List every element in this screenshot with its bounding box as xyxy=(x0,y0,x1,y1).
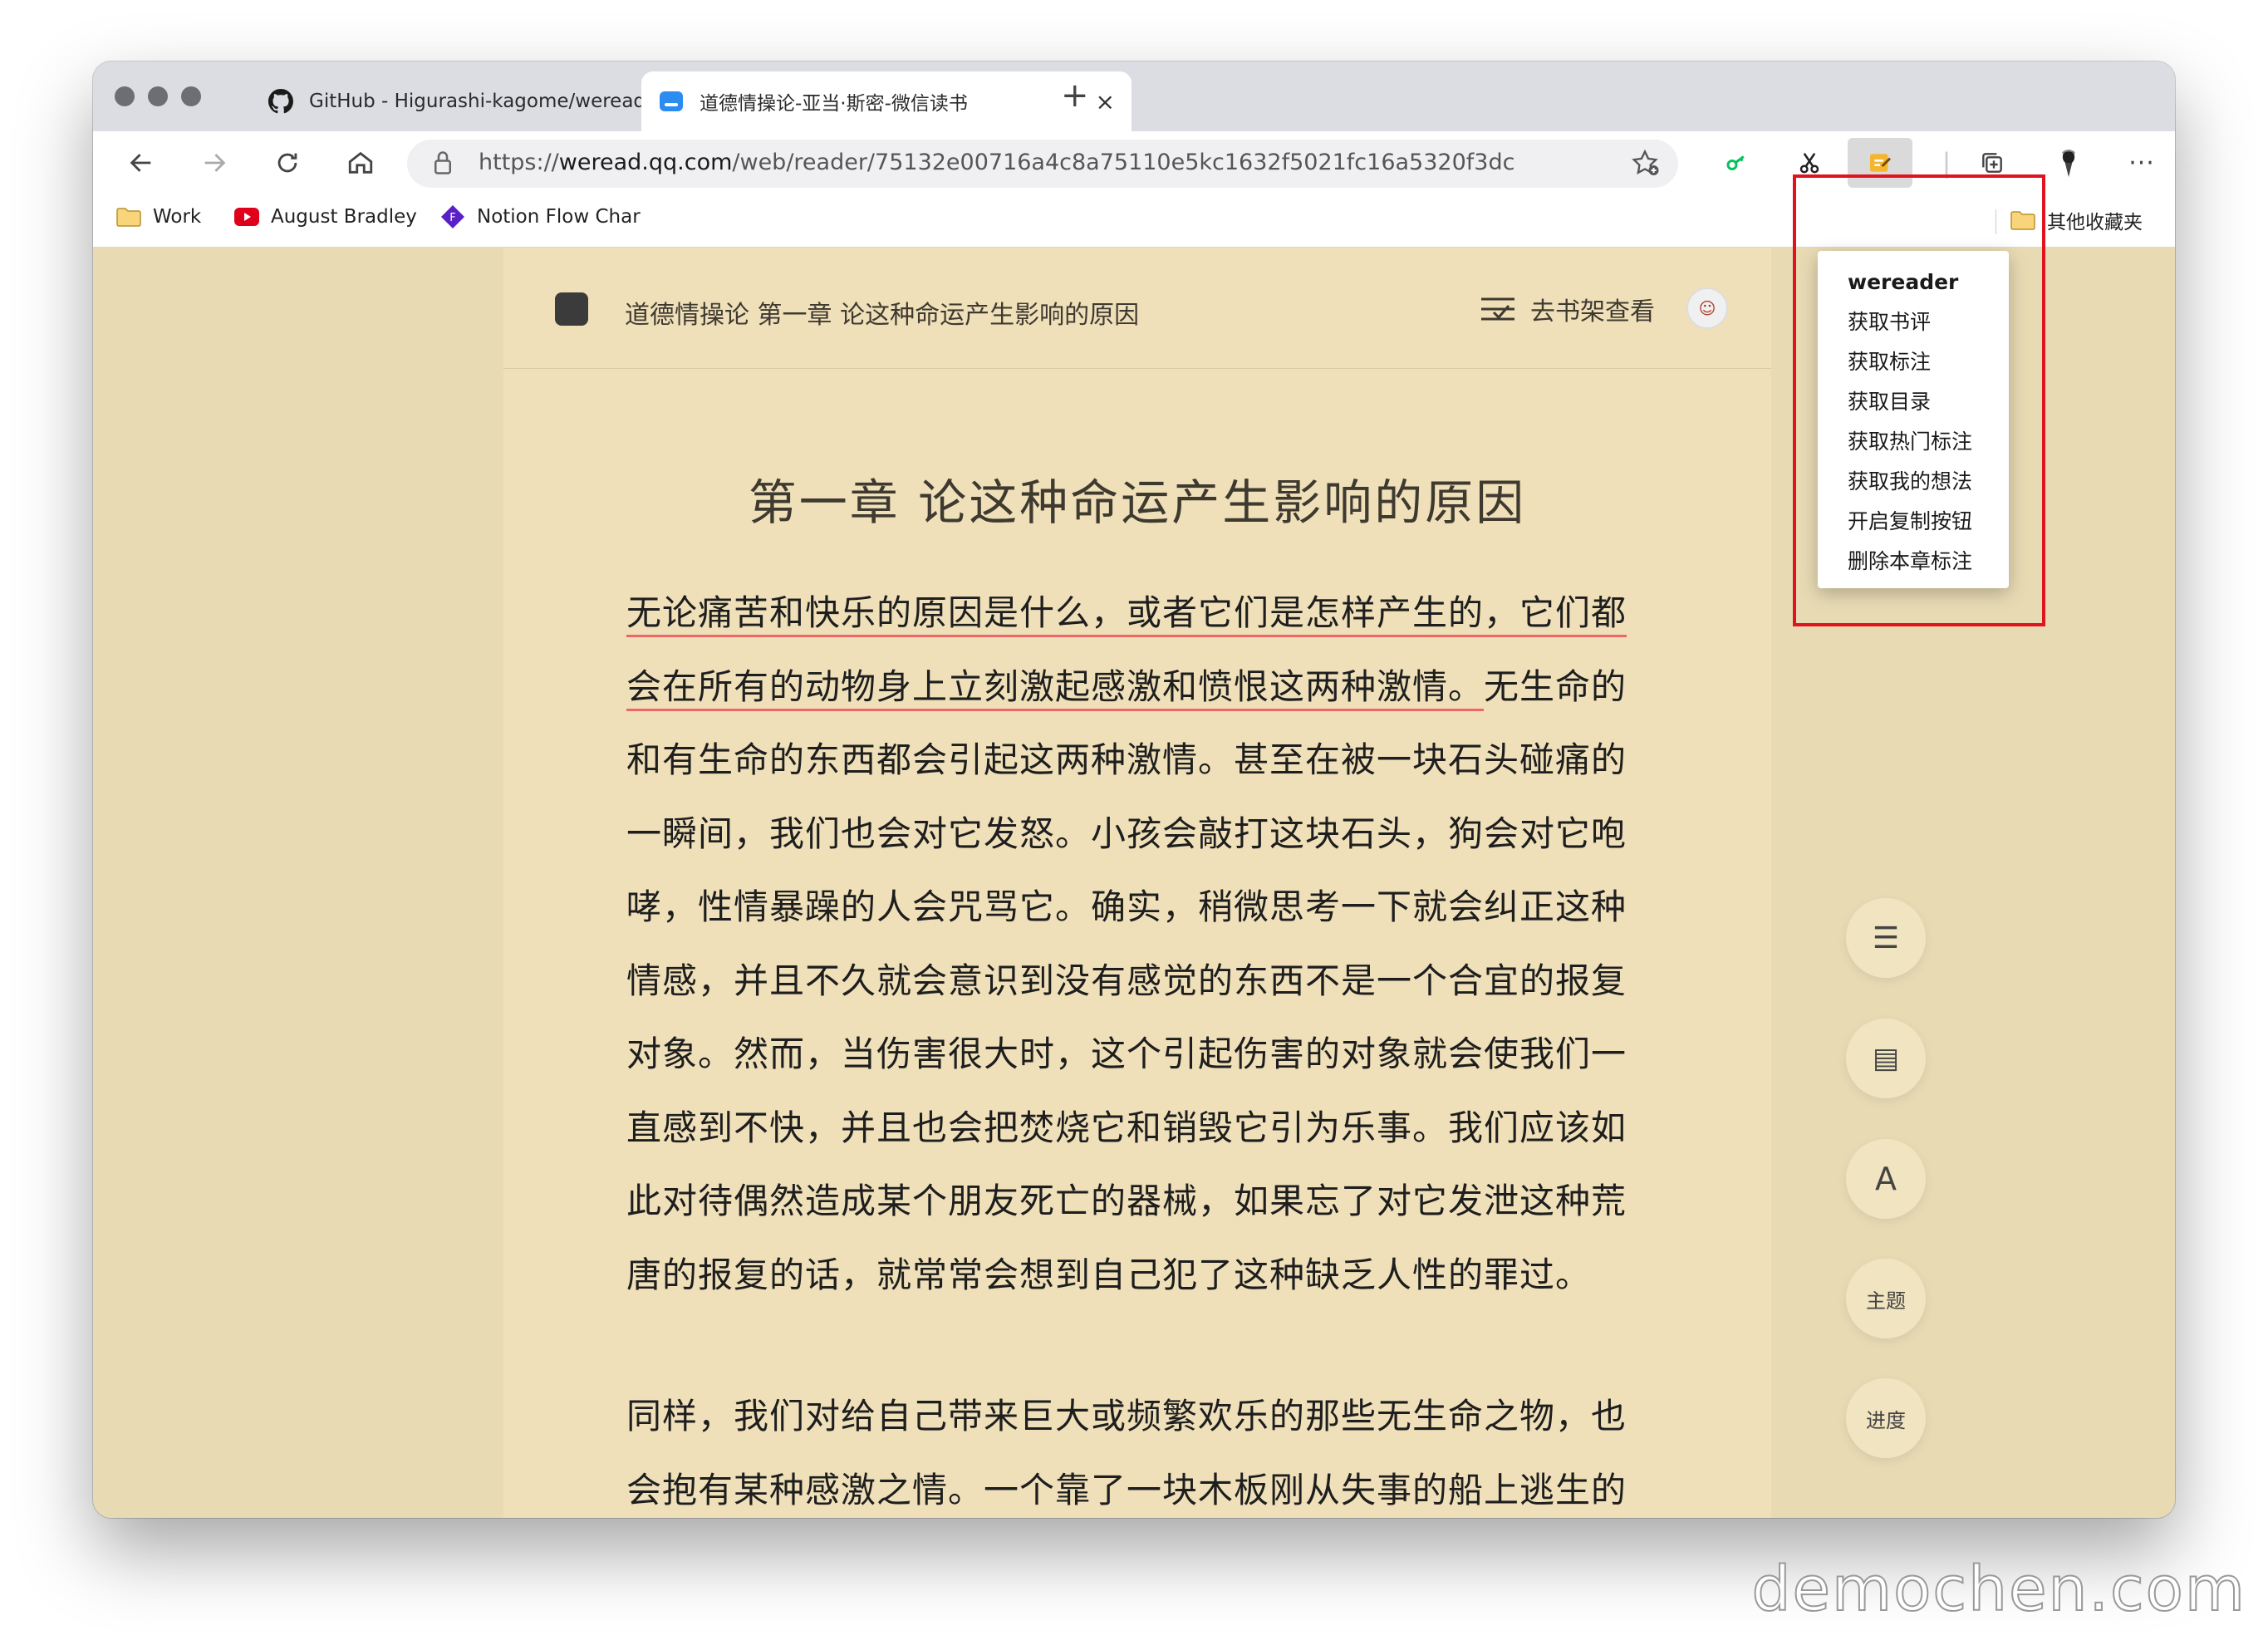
progress-button[interactable]: 进度 xyxy=(1846,1378,1926,1458)
bookshelf-icon xyxy=(1481,297,1514,321)
theme-button[interactable]: 主题 xyxy=(1846,1259,1926,1338)
reload-icon[interactable] xyxy=(268,143,307,183)
font-settings-button[interactable]: A xyxy=(1846,1139,1926,1219)
folder-icon xyxy=(116,206,141,228)
notion-flow-icon: F xyxy=(440,205,465,228)
annotation-highlight-box xyxy=(1793,174,2045,626)
bookmark-label: Work xyxy=(153,206,202,228)
url-text[interactable]: https://weread.qq.com/web/reader/75132e0… xyxy=(479,150,1514,175)
paragraph-2: 同样，我们对给自己带来巨大或频繁欢乐的那些无生命之物，也会抱有某种感激之情。一个… xyxy=(626,1396,1627,1510)
chapter-title: 第一章 论这种命运产生影响的原因 xyxy=(748,474,1527,531)
paragraph-1: 无论痛苦和快乐的原因是什么，或者它们是怎样产生的，它们都会在所有的动物身上立刻激… xyxy=(626,577,1657,1312)
more-icon[interactable]: ··· xyxy=(2122,143,2162,183)
profile-avatar[interactable] xyxy=(2049,143,2089,183)
bookmark-august-bradley[interactable]: August Bradley xyxy=(234,206,417,228)
close-window-button[interactable] xyxy=(115,86,135,106)
browser-window: GitHub - Higurashi-kagome/wereader × 道德情… xyxy=(93,61,2175,1518)
lock-icon[interactable] xyxy=(432,150,454,181)
youtube-icon xyxy=(234,206,259,228)
user-avatar[interactable]: ☺ xyxy=(1686,287,1728,329)
new-tab-button[interactable]: + xyxy=(1061,76,1089,115)
back-icon[interactable] xyxy=(121,143,161,183)
url-domain: weread.qq.com xyxy=(558,150,733,175)
address-bar[interactable]: https://weread.qq.com/web/reader/75132e0… xyxy=(407,140,1678,188)
tab-strip: GitHub - Higurashi-kagome/wereader × 道德情… xyxy=(93,61,2175,131)
catalog-menu-button[interactable]: ☰ xyxy=(1846,898,1926,978)
minimize-window-button[interactable] xyxy=(148,86,168,106)
tab-weread[interactable]: 道德情操论-亚当·斯密-微信读书 × xyxy=(641,71,1132,131)
watermark: demochen.com xyxy=(1751,1553,2246,1626)
bookmark-label: 其他收藏夹 xyxy=(2047,212,2143,233)
catalog-icon[interactable] xyxy=(555,292,588,326)
github-icon xyxy=(268,88,294,115)
go-to-shelf-button[interactable]: 去书架查看 xyxy=(1479,291,1655,327)
tab-title: 道德情操论-亚当·斯密-微信读书 xyxy=(700,93,968,115)
notes-button[interactable]: ▤ xyxy=(1846,1019,1926,1098)
svg-text:F: F xyxy=(449,212,455,224)
home-icon[interactable] xyxy=(341,143,380,183)
bookmark-work[interactable]: Work xyxy=(116,206,201,228)
bookmark-notion-flow[interactable]: F Notion Flow Char xyxy=(440,205,641,228)
tab-title: GitHub - Higurashi-kagome/wereader xyxy=(309,91,665,112)
reader-header: 道德情操论 第一章 论这种命运产生影响的原因 去书架查看 ☺ xyxy=(503,248,1771,369)
bookmark-label: August Bradley xyxy=(271,206,417,228)
add-favorite-icon[interactable] xyxy=(1630,148,1660,184)
url-path: /web/reader/75132e00716a4c8a75110e5kc163… xyxy=(732,150,1515,175)
bookmark-label: Notion Flow Char xyxy=(477,206,641,228)
shelf-label: 去书架查看 xyxy=(1530,297,1655,327)
close-tab-icon[interactable]: × xyxy=(1096,88,1115,115)
reader-header-title: 道德情操论 第一章 论这种命运产生影响的原因 xyxy=(625,301,1140,330)
zoom-window-button[interactable] xyxy=(181,86,201,106)
reader-panel: 道德情操论 第一章 论这种命运产生影响的原因 去书架查看 ☺ 第一章 论这种命运… xyxy=(503,248,1771,1518)
weread-icon xyxy=(658,88,685,115)
highlighted-text[interactable]: 无论痛苦和快乐的原因是什么，或者它们是怎样产生的，它们都会在所有的动物身上立刻激… xyxy=(626,592,1627,711)
extension-key-icon[interactable] xyxy=(1716,143,1756,183)
paragraph-text: 无生命的和有生命的东西都会引起这两种激情。甚至在被一块石头碰痛的一瞬间，我们也会… xyxy=(626,665,1627,1295)
forward-icon[interactable] xyxy=(194,143,234,183)
url-scheme: https:// xyxy=(479,150,559,175)
